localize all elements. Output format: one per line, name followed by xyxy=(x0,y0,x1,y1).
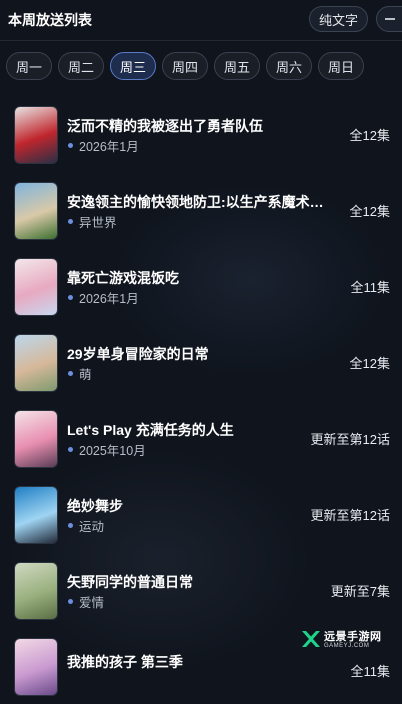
header-divider xyxy=(0,40,402,41)
list-item[interactable]: 靠死亡游戏混饭吃 2026年1月 全11集 xyxy=(0,248,402,324)
item-tag: 运动 xyxy=(67,516,104,535)
tag-dot xyxy=(68,447,73,452)
item-episodes: 全12集 xyxy=(349,356,390,371)
poster-image xyxy=(14,486,58,544)
item-episodes: 全12集 xyxy=(349,128,390,143)
poster-image xyxy=(14,334,58,392)
item-tag: 2026年1月 xyxy=(67,136,139,155)
tag-dot xyxy=(68,523,73,528)
tab-monday[interactable]: 周一 xyxy=(6,52,52,80)
item-episodes: 更新至第12话 xyxy=(310,508,390,523)
list-item[interactable]: 29岁单身冒险家的日常 萌 全12集 xyxy=(0,324,402,400)
watermark-name: 远景手游网 xyxy=(324,631,382,643)
tag-dot xyxy=(68,295,73,300)
more-button[interactable] xyxy=(376,6,402,32)
tab-friday[interactable]: 周五 xyxy=(214,52,260,80)
item-tag: 2025年10月 xyxy=(67,440,146,459)
item-tag-label: 萌 xyxy=(79,368,92,382)
tab-wednesday[interactable]: 周三 xyxy=(110,52,156,80)
item-title: 靠死亡游戏混饭吃 xyxy=(67,270,179,286)
watermark-x-icon xyxy=(302,631,320,647)
list-item[interactable]: 矢野同学的普通日常 爱情 更新至7集 xyxy=(0,552,402,628)
item-tag-label: 运动 xyxy=(79,520,105,534)
item-tag: 萌 xyxy=(67,364,92,383)
tab-thursday[interactable]: 周四 xyxy=(162,52,208,80)
item-tag-label: 2025年10月 xyxy=(79,444,146,458)
tab-saturday[interactable]: 周六 xyxy=(266,52,312,80)
item-title: 矢野同学的普通日常 xyxy=(67,574,193,590)
item-episodes: 全11集 xyxy=(350,280,391,295)
item-tag-label: 2026年1月 xyxy=(79,292,139,306)
watermark-domain: GAMEYJ.COM xyxy=(324,643,370,649)
list-item[interactable]: Let's Play 充满任务的人生 2025年10月 更新至第12话 xyxy=(0,400,402,476)
list-item[interactable]: 泛而不精的我被逐出了勇者队伍 2026年1月 全12集 xyxy=(0,96,402,172)
item-tag: 爱情 xyxy=(67,592,104,611)
poster-image xyxy=(14,638,58,696)
text-mode-button[interactable]: 纯文字 xyxy=(309,6,368,32)
tag-dot xyxy=(68,219,73,224)
tag-dot xyxy=(68,143,73,148)
item-tag-label: 异世界 xyxy=(79,216,117,230)
poster-image xyxy=(14,258,58,316)
item-episodes: 更新至第12话 xyxy=(310,432,390,447)
item-tag-label: 2026年1月 xyxy=(79,140,139,154)
item-tag-label: 爱情 xyxy=(79,596,105,610)
item-title: 我推的孩子 第三季 xyxy=(67,654,183,670)
watermark-logo: 远景手游网 GAMEYJ.COM xyxy=(300,626,390,656)
item-episodes: 更新至7集 xyxy=(330,584,390,599)
item-title: 安逸领主的愉快领地防卫:以生产系魔术将无名小村打造成最强要塞都市 xyxy=(67,194,335,210)
item-title: 绝妙舞步 xyxy=(67,498,123,514)
item-tag: 异世界 xyxy=(67,212,117,231)
poster-image xyxy=(14,410,58,468)
header: 本周放送列表 纯文字 xyxy=(0,0,402,40)
poster-image xyxy=(14,182,58,240)
tag-dot xyxy=(68,371,73,376)
poster-image xyxy=(14,106,58,164)
list-item[interactable]: 安逸领主的愉快领地防卫:以生产系魔术将无名小村打造成最强要塞都市 异世界 全12… xyxy=(0,172,402,248)
item-episodes: 全12集 xyxy=(349,204,390,219)
item-title: 29岁单身冒险家的日常 xyxy=(67,346,209,362)
item-tag: 2026年1月 xyxy=(67,288,139,307)
minus-icon xyxy=(385,18,395,20)
tab-tuesday[interactable]: 周二 xyxy=(58,52,104,80)
item-title: 泛而不精的我被逐出了勇者队伍 xyxy=(67,118,263,134)
poster-image xyxy=(14,562,58,620)
list-item[interactable]: 绝妙舞步 运动 更新至第12话 xyxy=(0,476,402,552)
item-title: Let's Play 充满任务的人生 xyxy=(67,422,234,438)
tab-sunday[interactable]: 周日 xyxy=(318,52,364,80)
tag-dot xyxy=(68,599,73,604)
weekday-tabs: 周一 周二 周三 周四 周五 周六 周日 xyxy=(0,52,402,82)
page-title: 本周放送列表 xyxy=(8,12,92,28)
